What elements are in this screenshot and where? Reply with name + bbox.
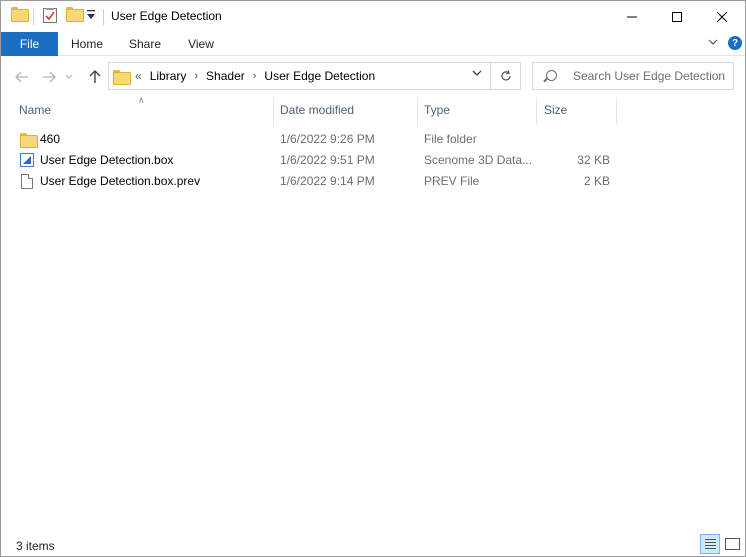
tab-file[interactable]: File [1, 32, 58, 56]
column-divider[interactable] [417, 97, 418, 125]
address-history-icon[interactable] [472, 69, 482, 80]
folder-icon [20, 133, 38, 148]
breadcrumb-user-edge-detection[interactable]: User Edge Detection [264, 69, 375, 83]
document-icon [21, 174, 33, 189]
ribbon-tabs: File Home Share View ? [1, 32, 745, 56]
column-divider[interactable] [616, 97, 617, 125]
breadcrumb-library[interactable]: Library [150, 69, 187, 83]
new-folder-icon[interactable] [66, 7, 84, 22]
details-view-button[interactable] [700, 534, 720, 554]
file-date: 1/6/2022 9:14 PM [280, 174, 375, 188]
chevron-right-icon[interactable]: › [253, 70, 257, 82]
file-date: 1/6/2022 9:26 PM [280, 132, 375, 146]
forward-button[interactable] [39, 67, 59, 87]
search-input[interactable]: Search User Edge Detection [532, 62, 734, 90]
large-icons-view-button[interactable] [722, 534, 742, 554]
search-placeholder: Search User Edge Detection [573, 69, 726, 83]
address-bar[interactable]: « Library › Shader › User Edge Detection [108, 62, 521, 90]
close-button[interactable] [699, 1, 745, 32]
file-type: Scenome 3D Data... [424, 153, 533, 167]
file-name: User Edge Detection.box [40, 153, 174, 167]
maximize-button[interactable] [654, 1, 700, 32]
help-icon[interactable]: ? [728, 36, 742, 50]
tab-view[interactable]: View [180, 32, 222, 56]
title-bar: User Edge Detection [1, 1, 745, 32]
column-name[interactable]: Name [19, 103, 51, 117]
expand-ribbon-icon[interactable] [707, 36, 719, 51]
file-type: File folder [424, 132, 477, 146]
tab-share[interactable]: Share [123, 32, 167, 56]
chevron-right-icon[interactable]: › [194, 70, 198, 82]
folder-icon [11, 7, 29, 22]
explorer-window: User Edge Detection File Home Share View… [0, 0, 746, 557]
file-size: 2 KB [583, 174, 610, 188]
list-item[interactable]: User Edge Detection.box.prev 1/6/2022 9:… [1, 171, 745, 192]
column-headers: ∧ Name Date modified Type Size [1, 95, 745, 125]
file-name: 460 [40, 132, 61, 146]
box-file-icon [20, 153, 34, 167]
back-button[interactable] [12, 67, 32, 87]
column-size[interactable]: Size [544, 103, 567, 117]
item-count: 3 items [16, 539, 55, 553]
recent-locations-icon[interactable] [63, 67, 75, 87]
file-size: 32 KB [577, 153, 610, 167]
breadcrumb-shader[interactable]: Shader [206, 69, 245, 83]
minimize-button[interactable] [609, 1, 655, 32]
list-item[interactable]: User Edge Detection.box 1/6/2022 9:51 PM… [1, 150, 745, 171]
tab-home[interactable]: Home [64, 32, 110, 56]
up-button[interactable] [85, 67, 105, 87]
search-icon [546, 70, 557, 81]
breadcrumb-overflow[interactable]: « [135, 69, 142, 83]
list-item[interactable]: 460 1/6/2022 9:26 PM File folder [1, 129, 745, 150]
file-name: User Edge Detection.box.prev [40, 174, 201, 188]
column-divider[interactable] [273, 97, 274, 125]
navigation-bar: « Library › Shader › User Edge Detection… [1, 57, 745, 97]
window-title: User Edge Detection [111, 9, 222, 23]
column-date-modified[interactable]: Date modified [280, 103, 354, 117]
divider [103, 9, 104, 25]
file-type: PREV File [424, 174, 480, 188]
sort-ascending-icon: ∧ [138, 95, 145, 105]
location-folder-icon [113, 69, 131, 86]
column-divider[interactable] [536, 97, 537, 125]
refresh-button[interactable] [490, 62, 521, 90]
file-date: 1/6/2022 9:51 PM [280, 153, 375, 167]
column-type[interactable]: Type [424, 103, 450, 117]
customize-quick-access-icon[interactable] [87, 10, 95, 20]
properties-icon[interactable] [43, 8, 57, 23]
divider [33, 9, 34, 25]
